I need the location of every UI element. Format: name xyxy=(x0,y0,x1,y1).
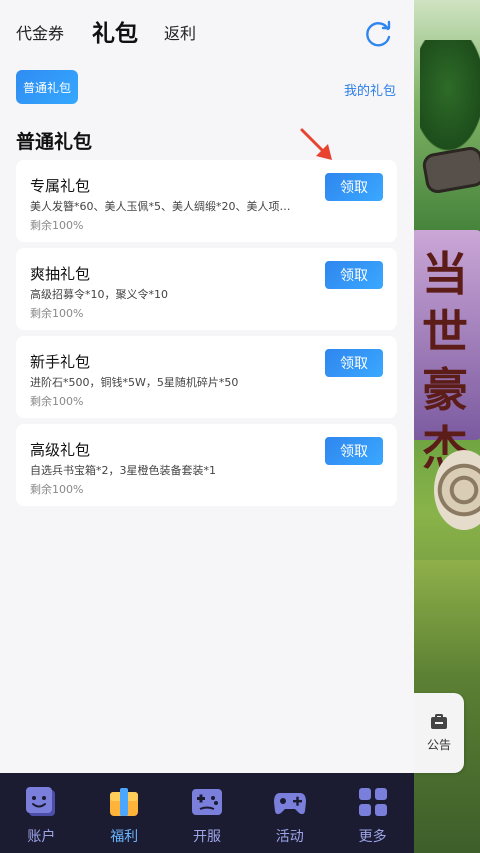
claim-button[interactable]: 领取 xyxy=(325,173,383,201)
nav-label: 活动 xyxy=(275,829,304,845)
gift-card: 高级礼包 自选兵书宝箱*2，3星橙色装备套装*1 剩余100% 领取 xyxy=(16,424,397,506)
bamboo-leaves xyxy=(420,40,480,160)
pointer-arrow-icon xyxy=(300,128,332,160)
nav-server-open[interactable]: 开服 xyxy=(166,773,249,853)
gift-remain: 剩余100% xyxy=(30,395,84,408)
briefcase-icon xyxy=(430,713,448,730)
gift-card: 专属礼包 美人发簪*60、美人玉佩*5、美人绸缎*20、美人项链*... 剩余1… xyxy=(16,160,397,242)
gift-desc: 高级招募令*10，聚义令*10 xyxy=(30,288,168,301)
nav-account[interactable]: 账户 xyxy=(0,773,83,853)
game-banner-text: 当世豪杰 xyxy=(422,247,468,475)
gift-desc: 自选兵书宝箱*2，3星橙色装备套装*1 xyxy=(30,464,216,477)
gift-name: 专属礼包 xyxy=(30,177,91,195)
gift-card: 爽抽礼包 高级招募令*10，聚义令*10 剩余100% 领取 xyxy=(16,248,397,330)
claim-button[interactable]: 领取 xyxy=(325,437,383,465)
archery-target xyxy=(434,450,480,530)
nav-more[interactable]: 更多 xyxy=(331,773,414,853)
my-gifts-link[interactable]: 我的礼包 xyxy=(344,80,396,99)
server-open-icon xyxy=(191,789,222,815)
nav-activity[interactable]: 活动 xyxy=(248,773,331,853)
nav-label: 福利 xyxy=(110,829,139,845)
gift-name: 爽抽礼包 xyxy=(30,265,91,283)
gift-remain: 剩余100% xyxy=(30,307,84,320)
tab-rebate[interactable]: 返利 xyxy=(164,20,196,44)
gift-remain: 剩余100% xyxy=(30,219,84,232)
nav-welfare[interactable]: 福利 xyxy=(83,773,166,853)
tab-voucher[interactable]: 代金券 xyxy=(16,20,64,44)
gift-panel: 代金券 礼包 返利 普通礼包 我的礼包 普通礼包 专属礼包 美人发簪*60、美人… xyxy=(0,0,414,773)
top-tabs: 代金券 礼包 返利 xyxy=(0,0,414,62)
gift-card: 新手礼包 进阶石*500，铜钱*5W，5星随机碎片*50 剩余100% 领取 xyxy=(16,336,397,418)
account-icon xyxy=(26,787,56,816)
claim-button[interactable]: 领取 xyxy=(325,349,383,377)
gamepad-icon xyxy=(273,793,306,815)
notice-button[interactable]: 公告 xyxy=(414,693,464,773)
filter-chip-normal[interactable]: 普通礼包 xyxy=(16,70,78,104)
nav-label: 更多 xyxy=(358,829,387,845)
bottom-nav: 账户 福利 开服 活动 更多 xyxy=(0,773,414,853)
tab-gift[interactable]: 礼包 xyxy=(92,14,138,48)
refresh-icon[interactable] xyxy=(364,18,394,48)
section-title: 普通礼包 xyxy=(16,131,93,153)
gift-list: 专属礼包 美人发簪*60、美人玉佩*5、美人绸缎*20、美人项链*... 剩余1… xyxy=(16,160,397,512)
claim-button[interactable]: 领取 xyxy=(325,261,383,289)
nav-label: 账户 xyxy=(27,829,56,845)
gift-desc: 美人发簪*60、美人玉佩*5、美人绸缎*20、美人项链*... xyxy=(30,200,300,213)
grid-more-icon xyxy=(358,788,387,816)
gift-name: 新手礼包 xyxy=(30,353,91,371)
gift-name: 高级礼包 xyxy=(30,441,91,459)
gift-box-icon xyxy=(110,788,139,816)
nav-label: 开服 xyxy=(192,829,221,845)
gift-desc: 进阶石*500，铜钱*5W，5星随机碎片*50 xyxy=(30,376,239,389)
gift-remain: 剩余100% xyxy=(30,483,84,496)
notice-label: 公告 xyxy=(426,737,451,752)
